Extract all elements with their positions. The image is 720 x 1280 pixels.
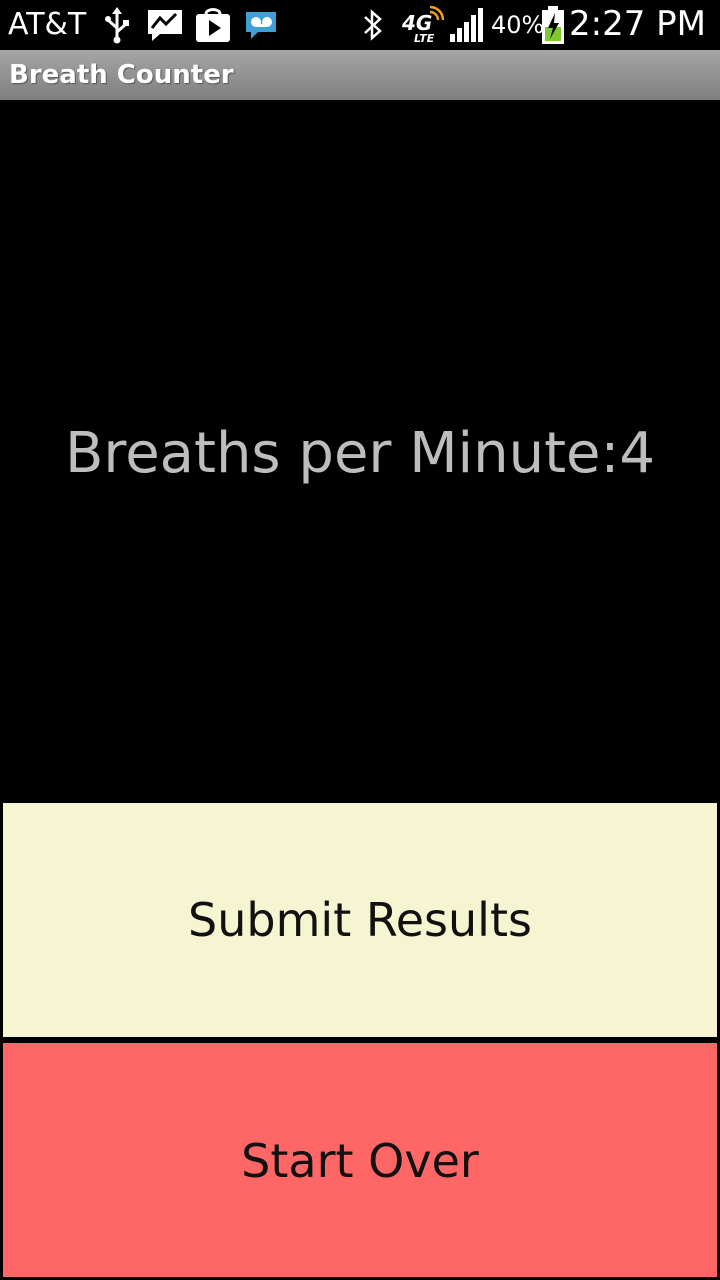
voicemail-icon <box>242 6 280 44</box>
battery-charging-icon <box>540 6 566 44</box>
4g-lte-icon: 4G LTE <box>400 5 445 45</box>
messenger-icon <box>146 6 184 44</box>
clock: 2:27 PM <box>569 4 706 44</box>
battery-percent: 40% <box>491 11 545 39</box>
breaths-per-minute-label: Breaths per Minute:4 <box>65 421 655 486</box>
submit-results-button[interactable]: Submit Results <box>3 803 717 1037</box>
start-over-button[interactable]: Start Over <box>3 1043 717 1277</box>
carrier-label: AT&T <box>8 7 87 42</box>
title-bar: Breath Counter <box>0 50 720 100</box>
usb-icon <box>102 6 132 44</box>
signal-icon <box>448 6 486 44</box>
network-sub-label: LTE <box>414 32 435 44</box>
main-content: Breaths per Minute:4 <box>0 100 720 802</box>
play-store-icon <box>194 6 232 44</box>
status-bar: AT&T 4G LTE 40% 2:27 PM <box>0 0 720 50</box>
app-title: Breath Counter <box>9 60 234 90</box>
app-screen: AT&T 4G LTE 40% 2:27 PM Breath Counter B… <box>0 0 720 1280</box>
bluetooth-icon <box>360 6 386 44</box>
